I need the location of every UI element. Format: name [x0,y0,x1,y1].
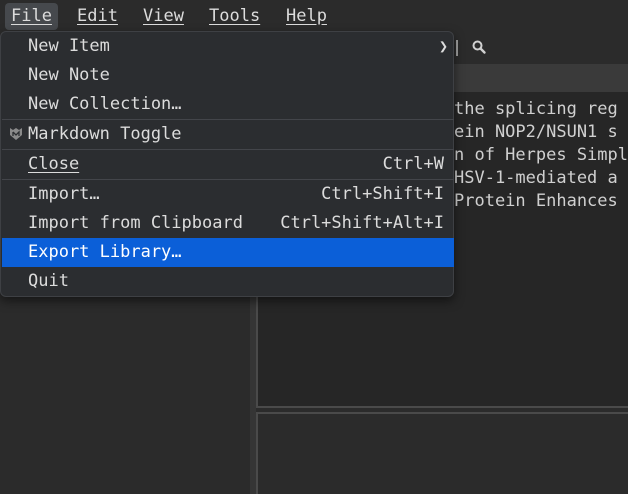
search-icon[interactable] [471,39,487,55]
list-item[interactable]: Protein Enhances [454,190,618,213]
list-item[interactable]: ein NOP2/NSUN1 s [454,121,618,144]
menu-item-label: New Collection… [28,94,182,114]
menu-item-new-item[interactable]: New Item ❯ [2,32,454,61]
menu-view[interactable]: View [137,3,190,30]
menu-item-import[interactable]: Import… Ctrl+Shift+I [2,180,454,209]
menu-item-label: Import from Clipboard [28,213,243,233]
menu-tools-label: Tools [209,6,261,26]
menu-item-new-note[interactable]: New Note [2,61,454,90]
menu-item-quit[interactable]: Quit [2,267,454,296]
menu-item-markdown-toggle[interactable]: Markdown Toggle [2,120,454,149]
menu-tools[interactable]: Tools [203,3,266,30]
menu-edit[interactable]: Edit [71,3,124,30]
list-item[interactable]: HSV-1-mediated a [454,167,618,190]
menu-item-label: New Note [28,65,110,85]
toolbar-separator [456,40,458,56]
menu-item-export-library[interactable]: Export Library… [2,238,454,267]
menu-file-label: File [11,6,52,26]
menu-help-label: Help [286,6,327,26]
menu-item-label: Import… [28,184,100,204]
menu-item-label: New Item [28,36,110,56]
menu-item-label: Export Library… [28,242,182,262]
menu-item-import-from-clipboard[interactable]: Import from Clipboard Ctrl+Shift+Alt+I [2,209,454,238]
file-menu-dropdown: New Item ❯ New Note New Collection… Mark… [0,31,454,297]
menu-edit-label: Edit [77,6,118,26]
menu-item-label: Close [28,154,80,174]
menu-view-label: View [143,6,184,26]
menu-item-new-collection[interactable]: New Collection… [2,90,454,119]
menu-item-label: Quit [28,271,69,291]
markdown-icon [10,128,22,140]
item-detail-pane[interactable] [256,412,628,494]
list-item[interactable]: n of Herpes Simpl [454,144,628,167]
menu-item-shortcut: Ctrl+Shift+Alt+I [280,213,444,233]
menu-bar: File Edit View Tools Help [0,0,628,32]
menu-item-label: Markdown Toggle [28,124,182,144]
list-item[interactable]: the splicing reg [454,98,618,121]
menu-item-shortcut: Ctrl+W [382,154,444,174]
menu-item-shortcut: Ctrl+Shift+I [321,184,444,204]
chevron-right-icon: ❯ [438,37,448,55]
menu-file[interactable]: File [5,3,58,30]
collections-pane-lower[interactable] [2,296,248,494]
menu-item-close[interactable]: Close Ctrl+W [2,150,454,179]
menu-help[interactable]: Help [280,3,333,30]
